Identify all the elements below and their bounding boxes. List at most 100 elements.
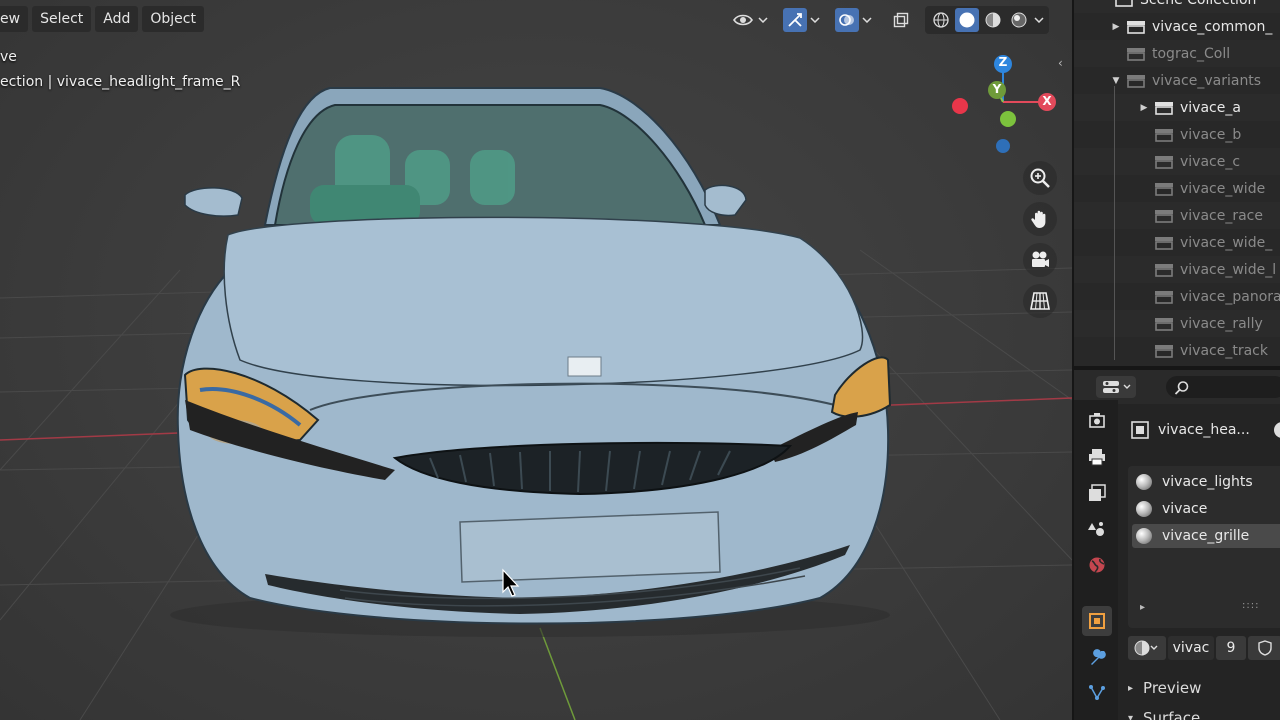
outliner-item[interactable]: ▼ vivace_variants — [1074, 67, 1280, 94]
outliner-item[interactable]: Scene Collection — [1074, 0, 1280, 13]
collection-icon — [1154, 182, 1174, 196]
outliner-item[interactable]: vivace_c — [1074, 148, 1280, 175]
collection-icon — [1154, 101, 1174, 115]
collection-icon — [1154, 155, 1174, 169]
outliner-item[interactable]: ▶ vivace_a — [1074, 94, 1280, 121]
y-axis-line — [539, 627, 576, 720]
tab-world[interactable] — [1082, 550, 1112, 580]
tab-render[interactable] — [1082, 406, 1112, 436]
object-name-label[interactable]: vivace_hea... — [1158, 422, 1250, 438]
outliner-item[interactable]: vivace_wide — [1074, 175, 1280, 202]
gizmo-y-label: Y — [992, 82, 1002, 96]
preview-panel-label: Preview — [1143, 679, 1202, 697]
properties-editor-icon — [1102, 381, 1119, 393]
tab-scene[interactable] — [1082, 514, 1112, 544]
outliner-item[interactable]: ▶ vivace_common_ — [1074, 13, 1280, 40]
gizmo-toggle-group — [779, 6, 825, 34]
properties-header — [1074, 370, 1280, 404]
zoom-icon[interactable] — [1023, 161, 1057, 195]
wrench-icon — [1091, 649, 1106, 665]
object-icon — [1089, 613, 1105, 629]
material-slot-label: vivace — [1162, 501, 1208, 517]
viewport-scene[interactable] — [0, 0, 1072, 720]
xray-icon[interactable] — [889, 8, 913, 32]
material-slot-item[interactable]: vivace_lights — [1132, 470, 1280, 494]
outliner-panel[interactable]: Scene Collection ▶ vivace_common_ tograc_Co… — [1072, 0, 1280, 366]
expand-arrow-icon[interactable]: ▶ — [1138, 103, 1150, 113]
overlay-toggle-group — [831, 6, 877, 34]
expand-arrow-icon[interactable]: ▶ — [1110, 22, 1122, 32]
outliner-item-label: vivace_wide_l — [1180, 261, 1277, 278]
fake-user-shield-icon[interactable] — [1248, 636, 1280, 660]
preview-panel-header[interactable]: ▸ Preview — [1128, 676, 1201, 700]
chevron-right-icon: ▸ — [1128, 682, 1134, 694]
grid-perspective-icon[interactable] — [1023, 284, 1057, 318]
editor-type-dropdown[interactable] — [1096, 376, 1136, 398]
gizmo-x-label: X — [1042, 94, 1052, 108]
overlays-icon[interactable] — [835, 8, 859, 32]
tab-object[interactable] — [1082, 606, 1112, 636]
chevron-down-icon[interactable] — [757, 8, 769, 32]
collection-icon — [1154, 344, 1174, 358]
tab-modifiers[interactable] — [1082, 642, 1112, 672]
material-sphere-icon — [1136, 528, 1152, 544]
list-expand-arrow[interactable]: ▸ — [1140, 602, 1145, 613]
scene-icon — [1088, 522, 1104, 536]
outliner-item-label: vivace_race — [1180, 207, 1263, 224]
tab-view-layer[interactable] — [1082, 478, 1112, 508]
rendered-shading-icon[interactable] — [1007, 8, 1031, 32]
outliner-item[interactable]: vivace_wide_l — [1074, 256, 1280, 283]
image-stack-icon — [1089, 484, 1106, 501]
tab-particles[interactable] — [1082, 678, 1112, 708]
camera-icon[interactable] — [1023, 243, 1057, 277]
outliner-item[interactable]: vivace_b — [1074, 121, 1280, 148]
surface-panel-label: Surface — [1143, 709, 1201, 720]
material-sphere-icon — [1136, 474, 1152, 490]
outliner-item-label: vivace_common_ — [1152, 18, 1273, 35]
properties-panel[interactable]: vivace_hea... vivace_lights vivace vivace_… — [1072, 366, 1280, 720]
properties-search-field[interactable] — [1166, 376, 1280, 398]
view-menu[interactable]: ew — [0, 6, 29, 32]
collapse-arrow-icon[interactable]: ▼ — [1110, 76, 1122, 86]
gizmo-z-label: Z — [998, 55, 1008, 69]
collection-icon — [1114, 0, 1134, 7]
hand-pan-icon[interactable] — [1023, 202, 1057, 236]
select-menu[interactable]: Select — [32, 6, 92, 32]
outliner-item[interactable]: vivace_race — [1074, 202, 1280, 229]
material-name-field[interactable]: vivac — [1168, 636, 1214, 660]
gizmo-neg-y-axis — [1000, 111, 1016, 127]
3d-viewport[interactable]: ew Select Add Object ve ection | vivace_… — [0, 0, 1072, 720]
gizmo-toggle-icon[interactable] — [783, 8, 807, 32]
list-resize-grip[interactable]: :::: — [1242, 600, 1259, 611]
printer-icon — [1089, 449, 1105, 466]
surface-panel-header[interactable]: ▾ Surface — [1128, 706, 1200, 720]
viewport-header-tools — [727, 6, 1049, 34]
outliner-item-label: vivace_a — [1180, 99, 1241, 116]
object-menu[interactable]: Object — [142, 6, 204, 32]
material-user-count[interactable]: 9 — [1216, 636, 1246, 660]
gizmo-neg-z-axis — [996, 139, 1010, 153]
material-slot-list[interactable]: vivace_lightsvivacevivace_grille ▸ :::: — [1128, 466, 1280, 628]
car-model — [170, 87, 892, 637]
material-slot-label: vivace_grille — [1162, 528, 1250, 544]
outliner-item[interactable]: tograc_Coll — [1074, 40, 1280, 67]
wireframe-shading-icon[interactable] — [929, 8, 953, 32]
chevron-down-icon[interactable] — [809, 8, 821, 32]
tab-output[interactable] — [1082, 442, 1112, 472]
outliner-item[interactable]: vivace_panora — [1074, 283, 1280, 310]
outliner-item[interactable]: vivace_wide_ — [1074, 229, 1280, 256]
outliner-item[interactable]: vivace_rally — [1074, 310, 1280, 337]
add-menu[interactable]: Add — [95, 6, 139, 32]
material-slot-item[interactable]: vivace — [1132, 497, 1280, 521]
chevron-down-icon[interactable] — [1033, 8, 1045, 32]
material-slot-item[interactable]: vivace_grille — [1132, 524, 1280, 548]
solid-shading-icon[interactable] — [955, 8, 979, 32]
outliner-item[interactable]: vivace_track — [1074, 337, 1280, 364]
render-icon — [1089, 413, 1105, 428]
material-browse-button[interactable] — [1128, 636, 1166, 660]
collection-icon — [1154, 236, 1174, 250]
eye-icon[interactable] — [731, 8, 755, 32]
material-shading-icon[interactable] — [981, 8, 1005, 32]
properties-tabs — [1074, 400, 1118, 720]
chevron-down-icon[interactable] — [861, 8, 873, 32]
